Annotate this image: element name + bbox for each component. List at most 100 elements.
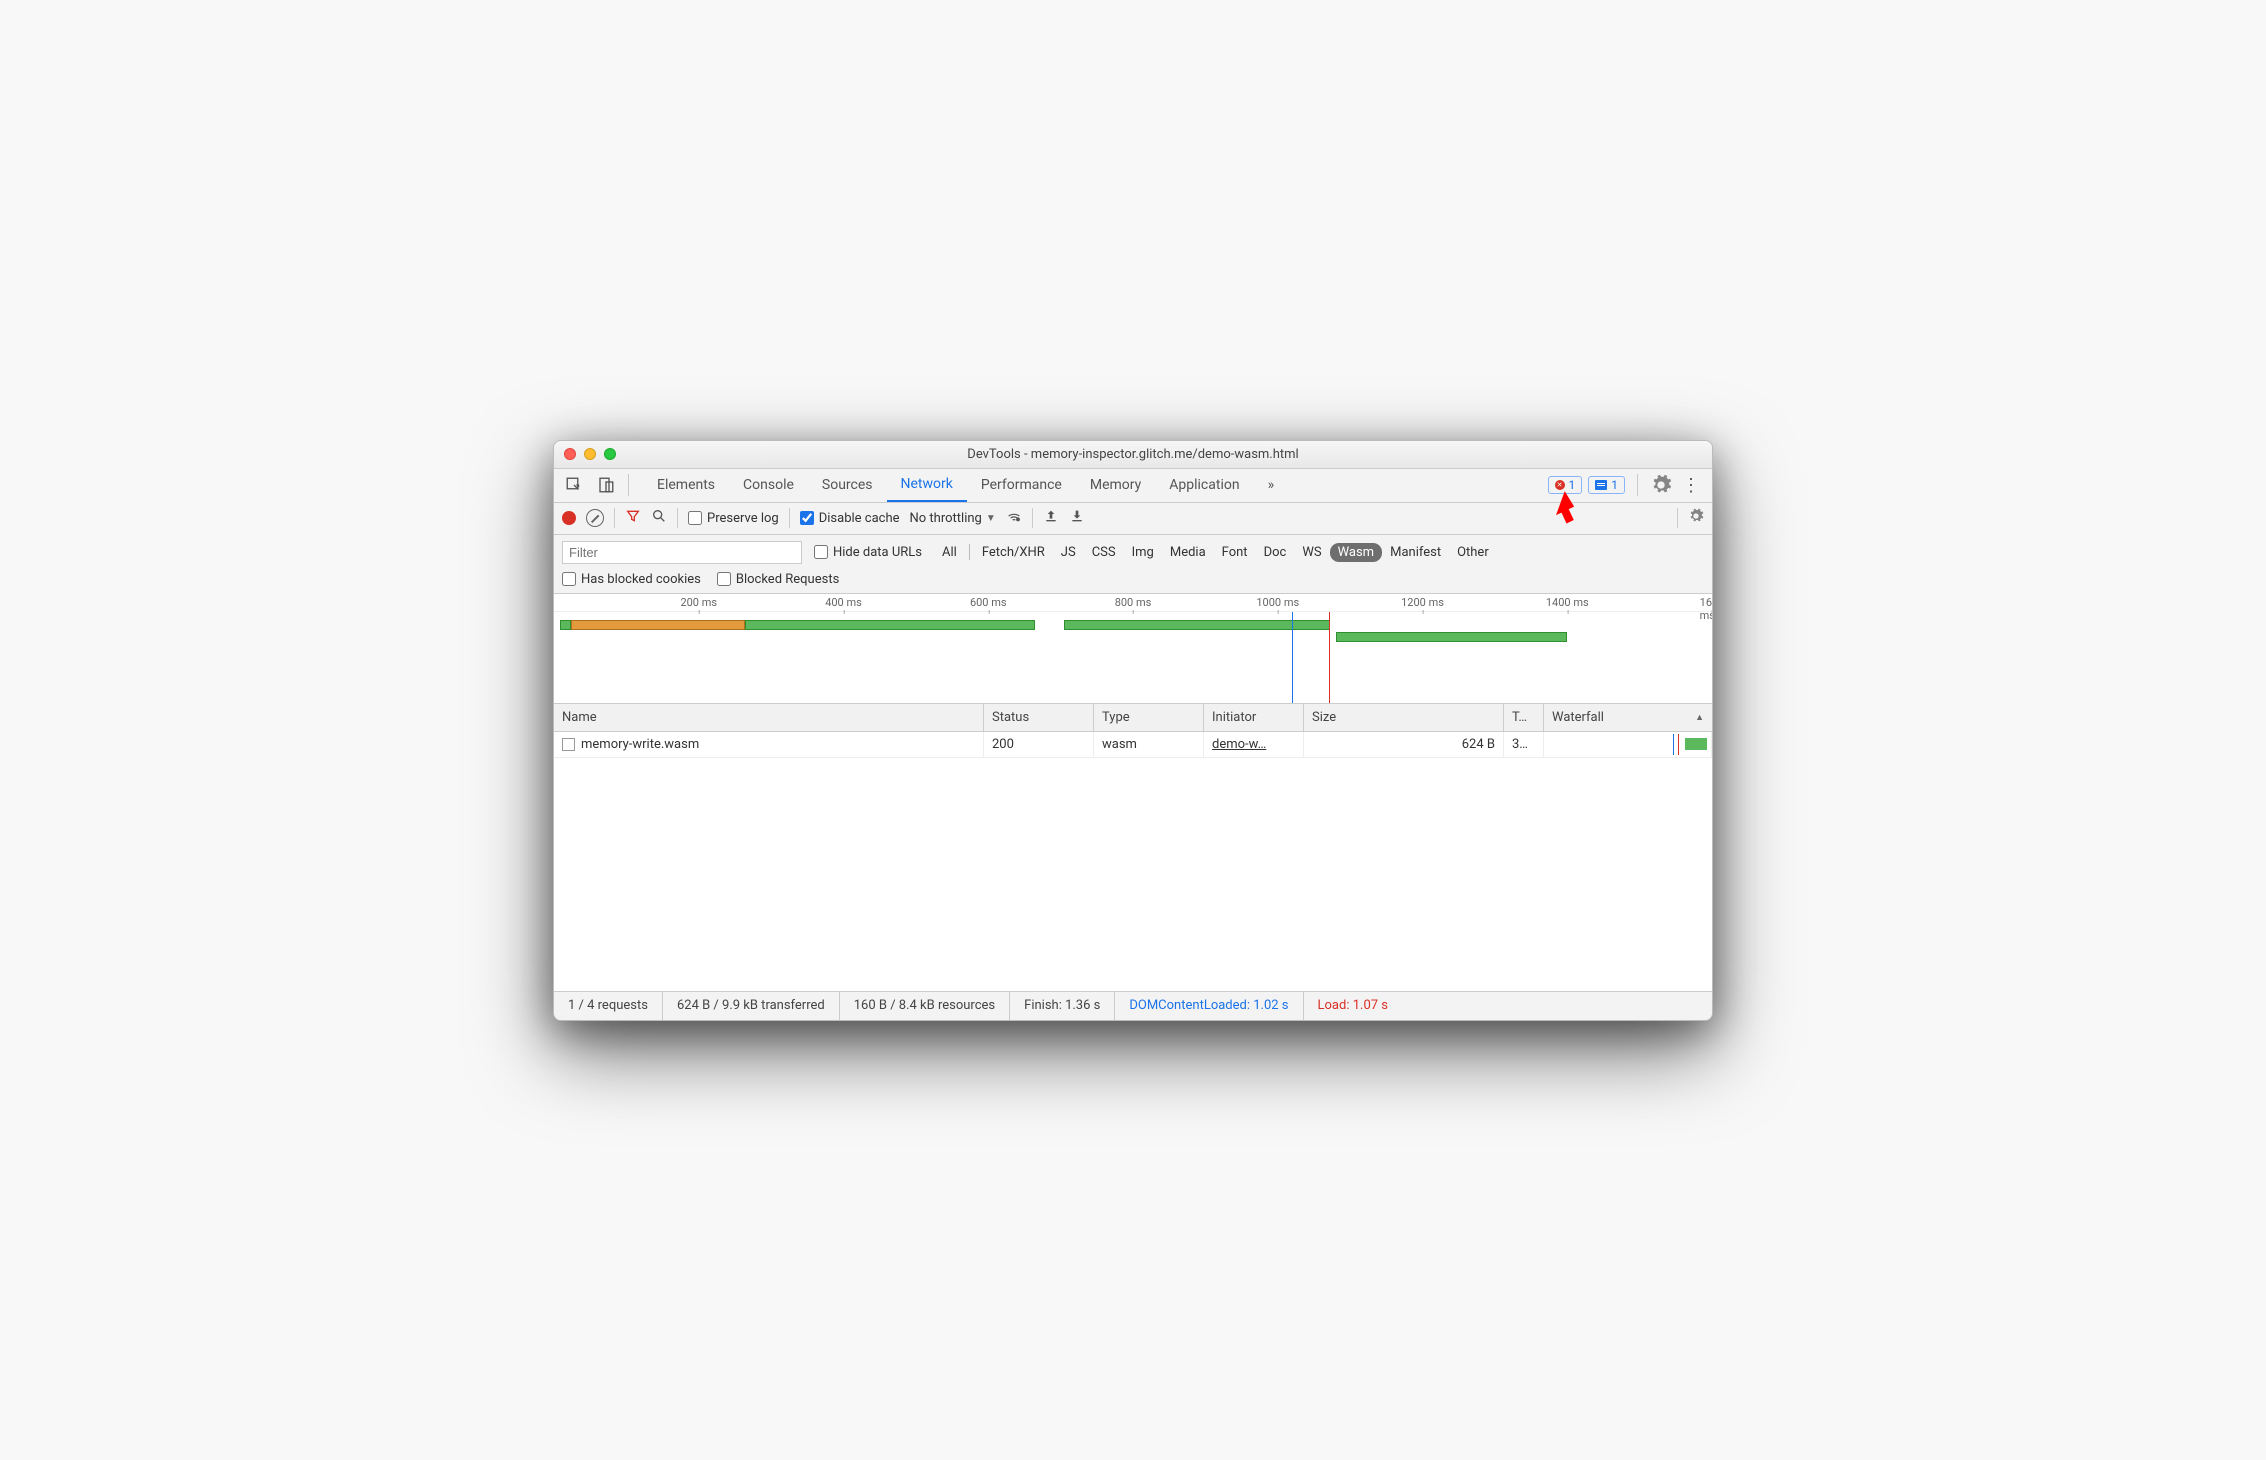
window-titlebar: DevTools - memory-inspector.glitch.me/de… <box>554 441 1712 469</box>
tab-network[interactable]: Network <box>887 469 967 502</box>
more-icon[interactable]: ⋮ <box>1676 475 1706 496</box>
load-marker <box>1678 734 1679 755</box>
status-bar: 1 / 4 requests 624 B / 9.9 kB transferre… <box>554 992 1712 1020</box>
window-controls <box>564 448 616 460</box>
blocked-requests-checkbox[interactable]: Blocked Requests <box>717 572 839 587</box>
download-icon[interactable] <box>1069 508 1085 528</box>
panel-tabs: Elements Console Sources Network Perform… <box>643 469 1288 502</box>
window-title: DevTools - memory-inspector.glitch.me/de… <box>554 447 1712 462</box>
request-bar <box>560 620 572 630</box>
request-bar <box>745 620 1035 630</box>
table-header: Name Status Type Initiator Size T… Water… <box>554 704 1712 732</box>
cell-type: wasm <box>1094 732 1204 757</box>
settings-icon[interactable] <box>1650 474 1672 496</box>
tab-console[interactable]: Console <box>729 469 808 502</box>
clear-button[interactable] <box>586 509 604 527</box>
type-filter-wasm[interactable]: Wasm <box>1330 543 1383 562</box>
type-filter-fetch[interactable]: Fetch/XHR <box>974 543 1053 562</box>
device-toggle-icon[interactable] <box>592 471 620 499</box>
status-load: Load: 1.07 s <box>1304 992 1402 1020</box>
hide-data-urls-checkbox[interactable]: Hide data URLs <box>814 545 922 560</box>
tick-label: 600 ms <box>970 596 1007 609</box>
type-filter-doc[interactable]: Doc <box>1256 543 1295 562</box>
preserve-log-checkbox[interactable]: Preserve log <box>688 511 779 526</box>
type-filter-media[interactable]: Media <box>1162 543 1214 562</box>
separator <box>789 508 790 528</box>
timeline-bars <box>554 612 1712 703</box>
type-filter-all[interactable]: All <box>934 543 965 562</box>
record-button[interactable] <box>562 511 576 525</box>
column-name[interactable]: Name <box>554 704 984 731</box>
request-bar <box>1064 620 1330 630</box>
separator <box>1032 508 1033 528</box>
type-filter-js[interactable]: JS <box>1053 543 1084 562</box>
waterfall-bar <box>1685 738 1707 750</box>
tick-label: 1200 ms <box>1401 596 1444 609</box>
status-requests: 1 / 4 requests <box>554 992 663 1020</box>
chevron-down-icon: ▼ <box>986 513 996 524</box>
devtools-window: DevTools - memory-inspector.glitch.me/de… <box>553 440 1713 1021</box>
cell-size: 624 B <box>1304 732 1504 757</box>
network-conditions-icon[interactable] <box>1006 508 1022 528</box>
tab-performance[interactable]: Performance <box>967 469 1076 502</box>
tick-label: 400 ms <box>825 596 862 609</box>
filter-input[interactable] <box>562 541 802 564</box>
column-waterfall[interactable]: Waterfall▲ <box>1544 704 1712 731</box>
dcl-marker <box>1673 734 1674 755</box>
cell-status: 200 <box>984 732 1094 757</box>
column-size[interactable]: Size <box>1304 704 1504 731</box>
tab-application[interactable]: Application <box>1155 469 1253 502</box>
type-filter-manifest[interactable]: Manifest <box>1382 543 1449 562</box>
type-filter-css[interactable]: CSS <box>1084 543 1124 562</box>
filter-icon[interactable] <box>625 508 641 528</box>
request-bar <box>1336 632 1568 642</box>
file-icon <box>562 738 575 751</box>
cell-waterfall <box>1544 732 1712 757</box>
column-type[interactable]: Type <box>1094 704 1204 731</box>
disable-cache-checkbox[interactable]: Disable cache <box>800 511 900 526</box>
request-table[interactable]: memory-write.wasm 200 wasm demo-w… 624 B… <box>554 732 1712 992</box>
type-filter-ws[interactable]: WS <box>1294 543 1329 562</box>
has-blocked-cookies-checkbox[interactable]: Has blocked cookies <box>562 572 701 587</box>
tab-sources[interactable]: Sources <box>808 469 887 502</box>
filter-bar: Hide data URLs All Fetch/XHR JS CSS Img … <box>554 535 1712 594</box>
status-transferred: 624 B / 9.9 kB transferred <box>663 992 840 1020</box>
cell-time: 3… <box>1504 732 1544 757</box>
upload-icon[interactable] <box>1043 508 1059 528</box>
cell-initiator: demo-w… <box>1204 732 1304 757</box>
tab-overflow[interactable]: » <box>1254 469 1289 502</box>
type-filter-font[interactable]: Font <box>1214 543 1256 562</box>
timeline-ticks: 200 ms 400 ms 600 ms 800 ms 1000 ms 1200… <box>554 594 1712 612</box>
load-line <box>1329 612 1330 703</box>
search-icon[interactable] <box>651 508 667 528</box>
throttling-select[interactable]: No throttling▼ <box>910 511 996 526</box>
close-button[interactable] <box>564 448 576 460</box>
column-status[interactable]: Status <box>984 704 1094 731</box>
message-icon <box>1595 480 1607 490</box>
type-filter-img[interactable]: Img <box>1124 543 1162 562</box>
network-settings-icon[interactable] <box>1688 508 1704 528</box>
messages-badge[interactable]: 1 <box>1588 476 1625 494</box>
main-tabbar: Elements Console Sources Network Perform… <box>554 469 1712 503</box>
tick-label: 800 ms <box>1115 596 1152 609</box>
tab-memory[interactable]: Memory <box>1076 469 1155 502</box>
tick-label: 1400 ms <box>1546 596 1589 609</box>
separator <box>628 474 629 496</box>
tab-elements[interactable]: Elements <box>643 469 729 502</box>
minimize-button[interactable] <box>584 448 596 460</box>
sort-indicator-icon: ▲ <box>1695 712 1704 723</box>
separator <box>969 544 970 560</box>
type-filter-other[interactable]: Other <box>1449 543 1497 562</box>
errors-badge[interactable]: 1 <box>1548 476 1583 494</box>
column-time[interactable]: T… <box>1504 704 1544 731</box>
request-bar <box>571 620 745 630</box>
tick-label: 1000 ms <box>1256 596 1299 609</box>
timeline-overview[interactable]: 200 ms 400 ms 600 ms 800 ms 1000 ms 1200… <box>554 594 1712 704</box>
inspect-icon[interactable] <box>560 471 588 499</box>
table-row[interactable]: memory-write.wasm 200 wasm demo-w… 624 B… <box>554 732 1712 758</box>
column-initiator[interactable]: Initiator <box>1204 704 1304 731</box>
status-dcl: DOMContentLoaded: 1.02 s <box>1115 992 1303 1020</box>
maximize-button[interactable] <box>604 448 616 460</box>
dcl-line <box>1292 612 1293 703</box>
separator <box>614 508 615 528</box>
